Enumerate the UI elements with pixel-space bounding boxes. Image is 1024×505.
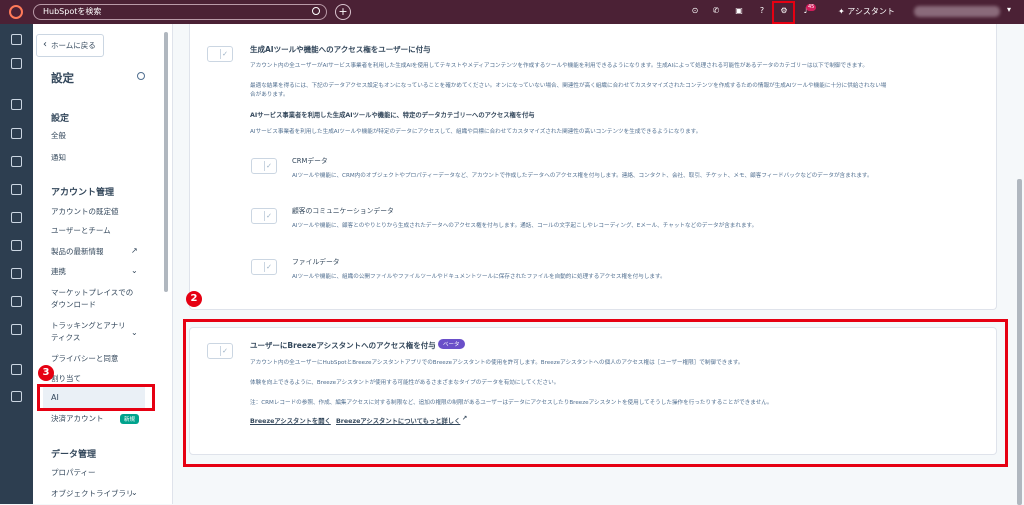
sidebar-item-object-library[interactable]: オブジェクトライブラリ (51, 488, 134, 500)
marketing-icon[interactable] (11, 128, 22, 139)
search-placeholder: HubSpotを検索 (43, 7, 102, 16)
content-icon[interactable] (11, 156, 22, 167)
back-home-button[interactable]: ホームに戻る (36, 34, 104, 57)
main-content: ✓ 生成AIツールや機能へのアクセス権をユーザーに付与 アカウント内の全ユーザー… (174, 24, 1024, 505)
sidebar-title: 設定 (51, 71, 74, 85)
chevron-down-icon: ⌄ (131, 266, 138, 275)
reports-icon[interactable] (11, 324, 22, 335)
breeze-highlight-box (183, 319, 1008, 467)
search-icon[interactable] (312, 7, 320, 15)
service-icon[interactable] (11, 212, 22, 223)
generative-ai-desc: アカウント内の全ユーザーがAIサービス事業者を利用した生成AIを使用してテキスト… (250, 63, 868, 69)
chevron-down-icon: ⌄ (131, 488, 138, 497)
crm-data-desc: AIツールや機能に、CRM内のオブジェクトやプロパティーデータなど、アカウントで… (292, 173, 873, 179)
ai-highlight-box (37, 384, 155, 411)
help-icon[interactable]: ? (757, 6, 767, 16)
section-settings: 設定 (51, 114, 70, 124)
assistant-star-icon: ✦ (838, 7, 845, 16)
create-plus-button[interactable]: + (335, 4, 351, 20)
gear-highlight-box (772, 1, 795, 24)
settings-sidebar: ホームに戻る 設定 設定 全般 通知 アカウント管理 アカウントの既定値 ユーザ… (33, 24, 173, 504)
settings-nav-icon[interactable] (11, 391, 22, 402)
sidebar-scrollbar[interactable] (164, 32, 168, 292)
callout-3: 3 (38, 365, 54, 381)
check-icon: ✓ (266, 162, 272, 170)
check-icon: ✓ (266, 263, 272, 271)
crm-data-title: CRMデータ (292, 157, 328, 165)
new-badge: 新規 (120, 414, 140, 424)
callout-2: 2 (186, 291, 202, 307)
check-icon: ✓ (266, 212, 272, 220)
sidebar-item-integrations[interactable]: 連携 (51, 266, 66, 278)
section-account-management: アカウント管理 (51, 188, 115, 198)
sidebar-item-marketplace[interactable]: マーケットプレイスでの ダウンロード (51, 287, 133, 311)
notification-count-badge: 45 (806, 4, 817, 11)
communication-data-title: 顧客のコミュニケーションデータ (292, 207, 394, 215)
account-caret-icon[interactable]: ▾ (1007, 5, 1011, 14)
left-icon-nav (0, 24, 33, 504)
sidebar-item-privacy[interactable]: プライバシーと同意 (51, 353, 118, 365)
data-category-desc: AIサービス事業者を利用した生成AIツールや機能が特定のデータにアクセスして、組… (250, 129, 702, 135)
data-category-heading: AIサービス事業者を利用した生成AIツールや機能に、特定のデータカテゴリーへのア… (250, 112, 535, 119)
contacts-icon[interactable] (11, 99, 22, 110)
sidebar-item-properties[interactable]: プロパティー (51, 467, 96, 479)
sidebar-item-account-defaults[interactable]: アカウントの既定値 (51, 206, 119, 218)
automation-icon[interactable] (11, 240, 22, 251)
sidebar-item-product-updates[interactable]: 製品の最新情報 (51, 246, 104, 258)
generative-ai-card: ✓ 生成AIツールや機能へのアクセス権をユーザーに付与 アカウント内の全ユーザー… (189, 24, 997, 310)
commerce-icon[interactable] (11, 184, 22, 195)
generative-ai-heading: 生成AIツールや機能へのアクセス権をユーザーに付与 (250, 45, 431, 54)
generative-ai-toggle[interactable]: ✓ (207, 46, 233, 62)
marketplace-label-line1: マーケットプレイスでの (51, 288, 134, 297)
hubspot-logo-icon[interactable] (9, 5, 23, 19)
tracking-label-line2: ティクス (51, 333, 81, 342)
sidebar-search-icon[interactable] (137, 72, 145, 80)
main-scrollbar[interactable] (1017, 179, 1022, 505)
data-icon[interactable] (11, 268, 22, 279)
file-data-toggle[interactable]: ✓ (251, 259, 277, 275)
expand-nav-icon[interactable] (11, 364, 22, 375)
assistant-button[interactable]: ✦ アシスタント (838, 6, 895, 17)
sidebar-item-general[interactable]: 全般 (51, 130, 66, 142)
workflows-icon[interactable] (11, 296, 22, 307)
bookmark-icon[interactable] (11, 58, 22, 69)
section-data-management: データ管理 (51, 450, 97, 460)
assistant-label: アシスタント (847, 7, 895, 16)
file-data-desc: AIツールや機能に、組織の公開ファイルやファイルツールやドキュメントツールに保存… (292, 274, 666, 280)
marketplace-icon[interactable]: ▣ (734, 6, 744, 16)
communication-data-toggle[interactable]: ✓ (251, 208, 277, 224)
check-icon: ✓ (222, 50, 228, 58)
phone-icon[interactable]: ✆ (711, 6, 721, 16)
sidebar-item-notifications[interactable]: 通知 (51, 152, 66, 164)
upgrade-icon[interactable]: ⊙ (690, 6, 700, 16)
sidebar-item-payment[interactable]: 決済アカウント (51, 413, 104, 425)
tracking-label-line1: トラッキングとアナリ (51, 321, 126, 330)
chevron-down-icon: ⌄ (131, 328, 138, 337)
sidebar-item-tracking[interactable]: トラッキングとアナリ ティクス (51, 320, 126, 344)
marketplace-label-line2: ダウンロード (51, 300, 96, 309)
generative-ai-desc2a: 最適な結果を得るには、下記のデータアクセス設定もオンになっていることを確かめてく… (250, 83, 887, 89)
sidebar-item-users-teams[interactable]: ユーザーとチーム (51, 225, 111, 237)
communication-data-desc: AIツールや機能に、顧客とのやりとりから生成されたデータへのアクセス権を付与しま… (292, 223, 758, 229)
external-link-icon: ↗ (131, 246, 138, 255)
top-navigation-bar: HubSpotを検索 + ⊙ ✆ ▣ ? ⚙ ♪ 45 ✦ アシスタント ▾ (0, 0, 1024, 24)
account-name-blurred[interactable] (914, 6, 1000, 17)
crm-data-toggle[interactable]: ✓ (251, 158, 277, 174)
generative-ai-desc2b: 合があります。 (250, 92, 289, 98)
file-data-title: ファイルデータ (292, 258, 340, 266)
home-icon[interactable] (11, 34, 22, 45)
search-input[interactable]: HubSpotを検索 (33, 4, 327, 20)
